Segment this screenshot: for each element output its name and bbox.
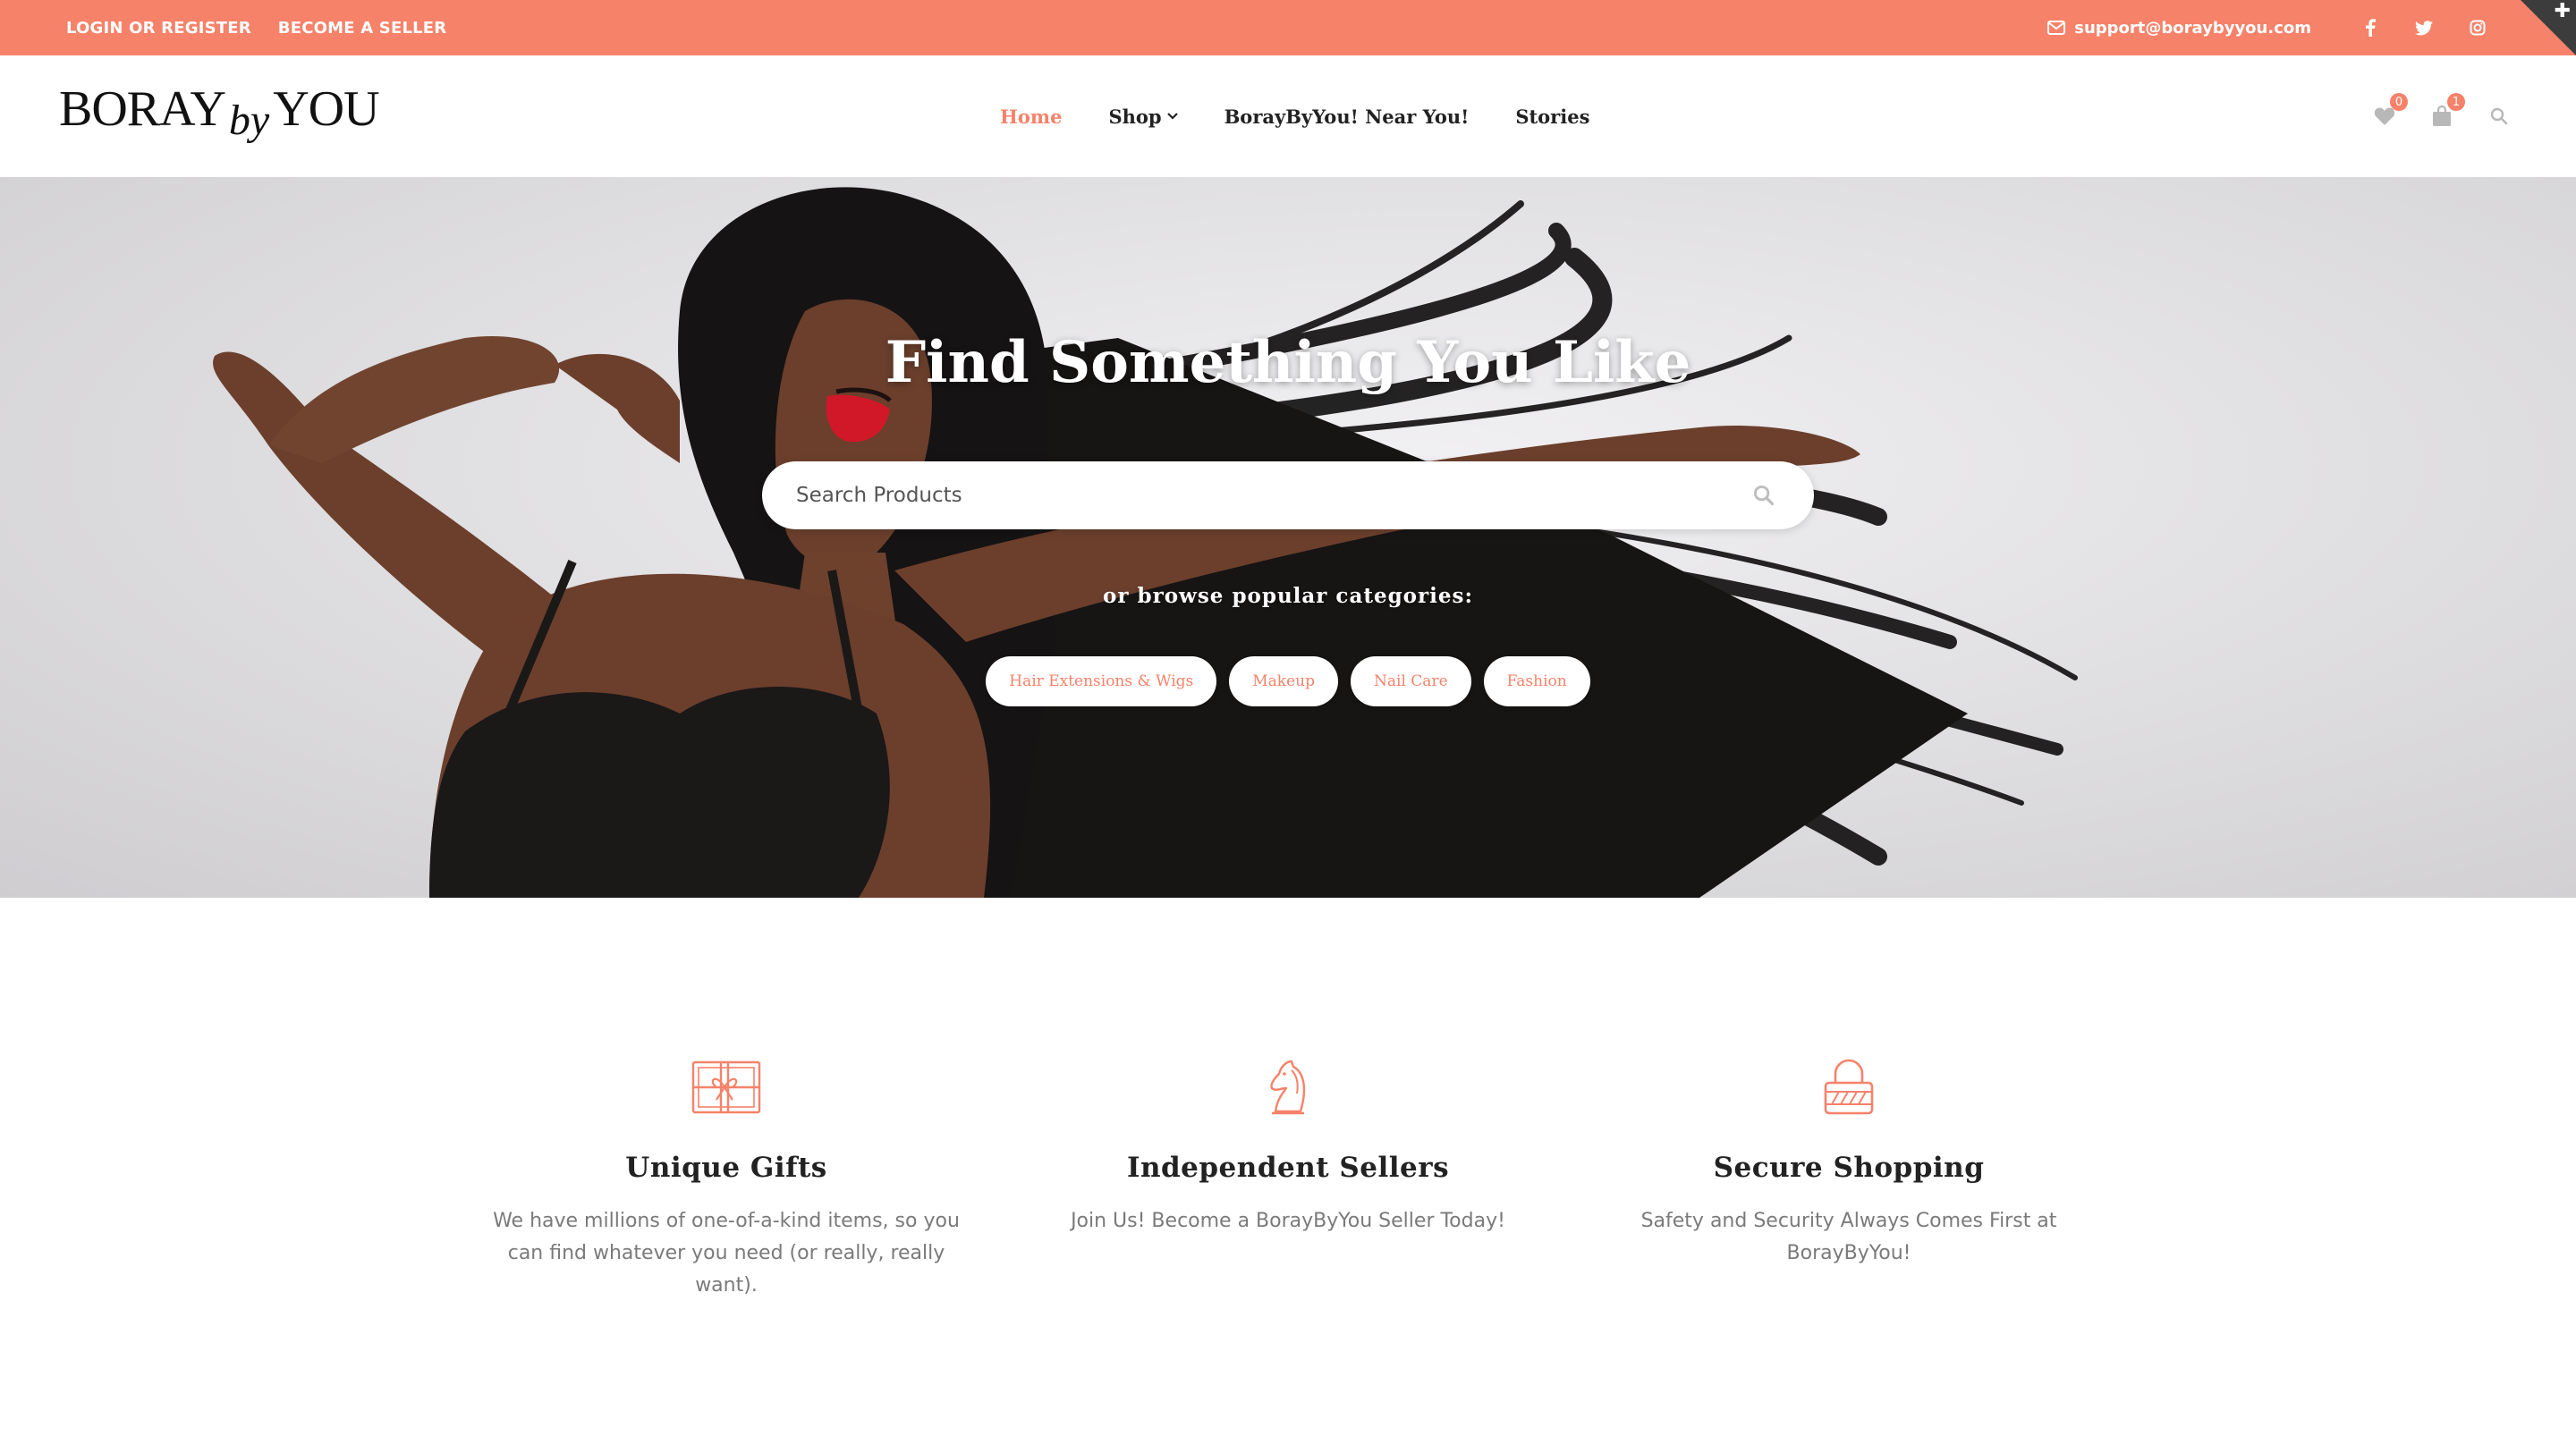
logo-text-boray: BORAY: [59, 81, 226, 137]
feature-unique-gifts: Unique Gifts We have millions of one-of-…: [476, 1055, 977, 1302]
wishlist-count-badge: 0: [2390, 93, 2408, 111]
top-bar-contact: support@boraybyyou.com: [2047, 0, 2504, 55]
chess-knight-icon: [1270, 1060, 1306, 1115]
support-email-link[interactable]: support@boraybyyou.com: [2047, 19, 2311, 38]
category-chip-hair[interactable]: Hair Extensions & Wigs: [986, 656, 1217, 706]
facebook-icon: [2366, 19, 2376, 37]
cart-count-badge: 1: [2447, 93, 2465, 111]
site-header: BORAY by YOU Home Shop BorayByYou! Near …: [0, 55, 2576, 177]
feature-title: Independent Sellers: [1126, 1152, 1450, 1184]
feature-text: Join Us! Become a BorayByYou Seller Toda…: [1071, 1210, 1505, 1232]
cart-button[interactable]: 1: [2429, 93, 2465, 129]
nav-stories[interactable]: Stories: [1515, 106, 1589, 128]
browse-categories-label: or browse popular categories:: [1103, 584, 1473, 608]
feature-title: Unique Gifts: [625, 1152, 827, 1184]
category-chip-makeup[interactable]: Makeup: [1229, 656, 1339, 706]
login-register-link[interactable]: LOGIN OR REGISTER: [66, 19, 251, 38]
hero-photo: [213, 187, 2078, 898]
search-input[interactable]: Search Products: [796, 461, 962, 529]
chevron-down-icon: [1166, 113, 1178, 120]
lock-icon: [1824, 1059, 1874, 1115]
nav-shop[interactable]: Shop: [1108, 105, 1178, 128]
feature-secure-shopping: Secure Shopping Safety and Security Alwa…: [1598, 1055, 2099, 1270]
facebook-link[interactable]: [2343, 0, 2397, 55]
header-icons: 0 1: [2372, 55, 2512, 177]
top-bar-links: LOGIN OR REGISTER BECOME A SELLER: [66, 0, 446, 55]
category-chips: Hair Extensions & Wigs Makeup Nail Care …: [0, 656, 2576, 706]
hero-banner: Find Something You Like Search Products …: [0, 177, 2576, 898]
envelope-icon: [2047, 21, 2066, 35]
plus-icon[interactable]: ✚: [2555, 2, 2571, 21]
category-chip-fashion[interactable]: Fashion: [1483, 656, 1590, 706]
hero-search-bar[interactable]: Search Products: [762, 461, 1814, 529]
site-logo[interactable]: BORAY by YOU: [59, 80, 380, 152]
main-nav: Home Shop BorayByYou! Near You! Stories: [1000, 55, 1589, 177]
gift-card-icon: [691, 1060, 761, 1114]
nav-near-you[interactable]: BorayByYou! Near You!: [1224, 106, 1470, 128]
instagram-icon: [2470, 20, 2486, 36]
logo-text-by: by: [228, 97, 270, 144]
header-search-button[interactable]: [2487, 104, 2512, 129]
nav-shop-label: Shop: [1108, 105, 1162, 128]
wishlist-button[interactable]: 0: [2372, 93, 2408, 129]
become-seller-link[interactable]: BECOME A SELLER: [278, 19, 447, 38]
top-bar: LOGIN OR REGISTER BECOME A SELLER suppor…: [0, 0, 2576, 55]
twitter-link[interactable]: [2397, 0, 2451, 55]
heart-icon: [2374, 107, 2395, 125]
feature-title: Secure Shopping: [1713, 1152, 1985, 1184]
search-icon: [2490, 107, 2508, 125]
instagram-link[interactable]: [2451, 0, 2504, 55]
feature-independent-sellers: Independent Sellers Join Us! Become a Bo…: [1038, 1055, 1538, 1237]
features-section: Unique Gifts We have millions of one-of-…: [0, 898, 2576, 1436]
hero-title: Find Something You Like: [885, 329, 1691, 396]
category-chip-nail-care[interactable]: Nail Care: [1351, 656, 1471, 706]
feature-text: We have millions of one-of-a-kind items,…: [493, 1210, 960, 1297]
search-icon[interactable]: [1753, 485, 1775, 506]
feature-text: Safety and Security Always Comes First a…: [1640, 1210, 2057, 1264]
nav-home[interactable]: Home: [1000, 106, 1062, 128]
support-email: support@boraybyyou.com: [2074, 18, 2311, 38]
logo-text-you: YOU: [273, 81, 379, 137]
shopping-bag-icon: [2433, 106, 2451, 126]
twitter-icon: [2415, 20, 2433, 35]
